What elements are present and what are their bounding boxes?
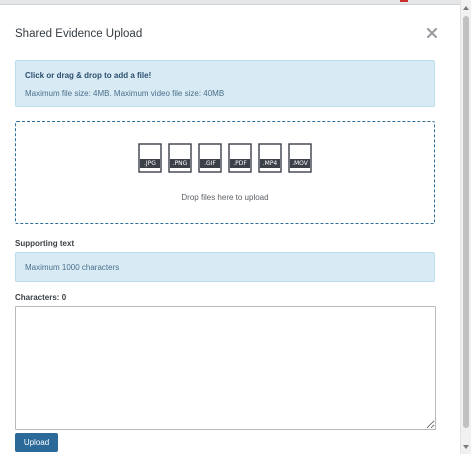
close-button[interactable] — [424, 25, 440, 41]
scroll-down-arrow-icon[interactable] — [461, 442, 471, 452]
file-icon-pdf: .PDF — [228, 143, 252, 173]
supporting-text-textarea[interactable] — [15, 306, 436, 430]
file-type-label: .JPG — [144, 160, 156, 167]
file-type-label: .PNG — [172, 160, 188, 167]
upload-info-limits: Maximum file size: 4MB. Maximum video fi… — [25, 89, 225, 98]
supporting-text-hint: Maximum 1000 characters — [15, 252, 435, 282]
supporting-text-label: Supporting text — [15, 239, 75, 248]
page-top-marker — [400, 0, 408, 2]
file-icon-gif: .GIF — [198, 143, 222, 173]
file-type-label: .MP4 — [262, 160, 278, 167]
file-dropzone[interactable]: .JPG .PNG .GIF .PDF .MP4 .MOV Drop files… — [15, 121, 435, 224]
upload-button[interactable]: Upload — [15, 433, 58, 452]
file-icon-png: .PNG — [168, 143, 192, 173]
vertical-scrollbar[interactable] — [460, 0, 471, 454]
close-icon — [427, 28, 437, 38]
file-type-label: .GIF — [204, 160, 216, 167]
scrollbar-thumb[interactable] — [463, 16, 469, 428]
upload-info-headline: Click or drag & drop to add a file! — [25, 71, 152, 80]
file-type-label: .MOV — [292, 160, 308, 167]
upload-info-panel: Click or drag & drop to add a file! Maxi… — [15, 60, 435, 107]
modal-title: Shared Evidence Upload — [15, 28, 143, 40]
file-icon-jpg: .JPG — [138, 143, 162, 173]
supporting-text-hint-text: Maximum 1000 characters — [25, 263, 120, 272]
file-type-icons: .JPG .PNG .GIF .PDF .MP4 .MOV — [138, 143, 312, 173]
file-type-label: .PDF — [233, 160, 247, 167]
characters-count-label: Characters: 0 — [15, 293, 67, 302]
file-icon-mov: .MOV — [288, 143, 312, 173]
file-icon-mp4: .MP4 — [258, 143, 282, 173]
upload-modal: Shared Evidence Upload Click or drag & d… — [0, 5, 458, 457]
dropzone-prompt: Drop files here to upload — [181, 193, 269, 202]
scroll-up-arrow-icon[interactable] — [461, 3, 471, 13]
